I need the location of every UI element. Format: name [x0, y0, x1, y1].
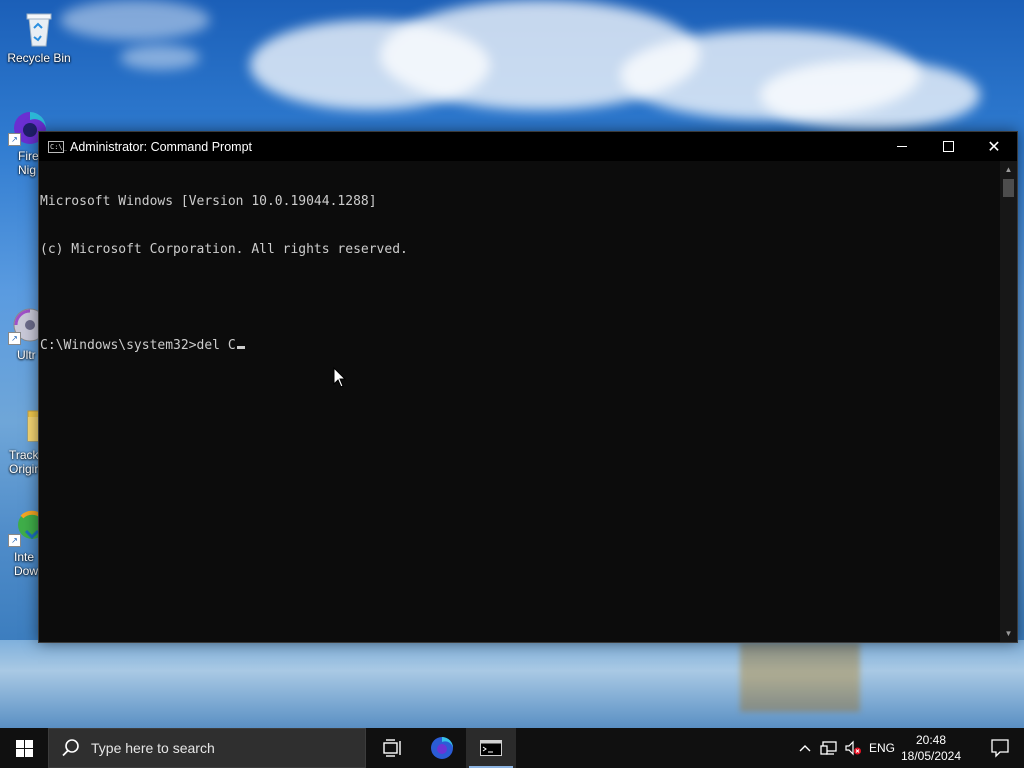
shortcut-arrow-icon: ↗	[8, 133, 21, 146]
close-icon: ✕	[987, 136, 1001, 156]
search-placeholder: Type here to search	[91, 740, 215, 756]
taskbar-firefox-button[interactable]	[417, 728, 467, 768]
volume-button[interactable]	[842, 728, 864, 768]
taskbar-clock[interactable]: 20:48 18/05/2024	[894, 732, 968, 764]
task-view-button[interactable]	[367, 728, 417, 768]
window-title: Administrator: Command Prompt	[70, 139, 253, 154]
scroll-up-arrow-icon[interactable]: ▲	[1000, 161, 1017, 178]
firefox-icon	[431, 737, 453, 759]
console-prompt-line[interactable]: C:\Windows\system32>del C	[40, 338, 1000, 354]
text-cursor	[236, 346, 245, 349]
desktop-icon-recycle-bin[interactable]: Recycle Bin	[1, 8, 77, 65]
console-input-text[interactable]: C:\Windows\system32>del C	[40, 338, 236, 353]
shortcut-arrow-icon: ↗	[8, 534, 21, 547]
language-indicator: ENG	[868, 741, 895, 755]
taskbar: Type here to search ENG 20:48 18/05/2024	[0, 728, 1024, 768]
chevron-up-icon	[799, 745, 811, 752]
taskbar-search-box[interactable]: Type here to search	[48, 728, 366, 768]
minimize-button[interactable]	[879, 132, 925, 161]
vertical-scrollbar[interactable]: ▲ ▼	[1000, 161, 1017, 642]
clock-time: 20:48	[915, 733, 947, 747]
window-titlebar[interactable]: C:\_ Administrator: Command Prompt ✕	[39, 132, 1017, 161]
network-icon	[820, 741, 837, 755]
clock-date: 18/05/2024	[900, 749, 962, 763]
console-line: Microsoft Windows [Version 10.0.19044.12…	[40, 194, 377, 209]
command-prompt-window[interactable]: C:\_ Administrator: Command Prompt ✕ Mic…	[38, 131, 1018, 643]
maximize-icon	[942, 141, 954, 152]
console-line: (c) Microsoft Corporation. All rights re…	[40, 242, 408, 257]
minimize-icon	[897, 146, 907, 147]
command-prompt-icon[interactable]: C:\_	[48, 140, 67, 153]
show-hidden-icons-button[interactable]	[795, 728, 815, 768]
maximize-button[interactable]	[925, 132, 971, 161]
scrollbar-thumb[interactable]	[1003, 179, 1014, 197]
console-output[interactable]: Microsoft Windows [Version 10.0.19044.12…	[39, 161, 1000, 642]
search-icon	[62, 739, 79, 757]
close-button[interactable]: ✕	[971, 132, 1017, 161]
taskbar-command-prompt-button[interactable]	[466, 728, 516, 768]
network-button[interactable]	[818, 728, 840, 768]
windows-logo-icon	[15, 739, 33, 757]
start-button[interactable]	[0, 728, 48, 768]
shortcut-arrow-icon: ↗	[8, 332, 21, 345]
volume-muted-icon	[845, 740, 861, 756]
scroll-down-arrow-icon[interactable]: ▼	[1000, 625, 1017, 642]
desktop-icon-label: Recycle Bin	[7, 51, 71, 65]
notification-icon	[991, 739, 1009, 758]
recycle-bin-icon	[19, 8, 59, 48]
command-prompt-icon	[480, 740, 502, 756]
action-center-button[interactable]	[990, 738, 1012, 758]
task-view-icon	[383, 739, 401, 757]
